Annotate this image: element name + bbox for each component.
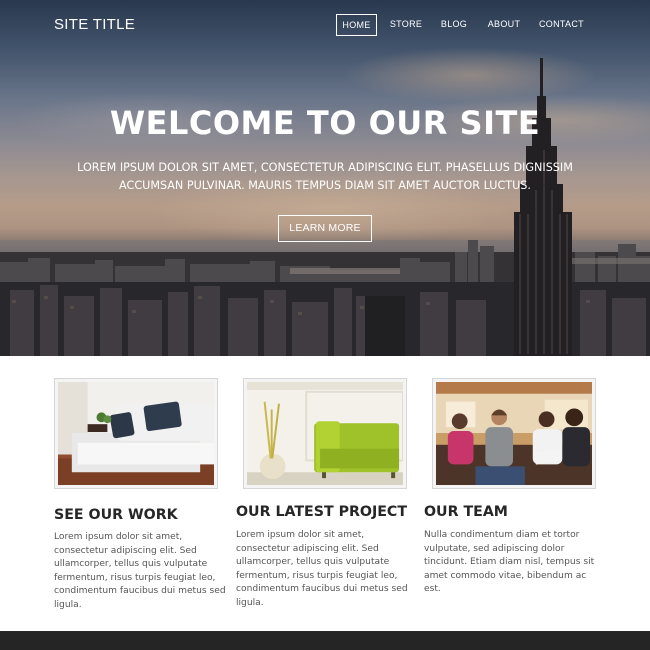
nav-home[interactable]: HOME bbox=[336, 14, 377, 36]
hero-banner: SITE TITLE HOME STORE BLOG ABOUT CONTACT… bbox=[0, 0, 650, 356]
feature-body: Nulla condimentum diam et tortor vulputa… bbox=[424, 530, 595, 595]
green-armchair-photo bbox=[243, 378, 407, 489]
nav-about[interactable]: ABOUT bbox=[486, 14, 522, 36]
learn-more-button[interactable]: LEARN MORE bbox=[278, 215, 372, 242]
feature-heading: SEE OUR WORK bbox=[54, 507, 178, 523]
footer-bar bbox=[0, 631, 650, 650]
nav-blog[interactable]: BLOG bbox=[439, 14, 469, 36]
feature-body: Lorem ipsum dolor sit amet, consectetur … bbox=[54, 532, 226, 610]
nav-contact[interactable]: CONTACT bbox=[539, 14, 584, 36]
nav-store[interactable]: STORE bbox=[388, 14, 424, 36]
living-room-sofa-photo bbox=[54, 378, 218, 489]
feature-heading: OUR LATEST PROJECT bbox=[236, 504, 408, 520]
feature-body: Lorem ipsum dolor sit amet, consectetur … bbox=[236, 530, 408, 608]
hero-heading: WELCOME TO OUR SITE bbox=[109, 104, 541, 142]
feature-heading: OUR TEAM bbox=[424, 504, 508, 520]
hero-subtext: LOREM IPSUM DOLOR SIT AMET, CONSECTETUR … bbox=[77, 161, 573, 192]
site-title[interactable]: SITE TITLE bbox=[54, 16, 135, 33]
team-group-photo bbox=[432, 378, 596, 489]
